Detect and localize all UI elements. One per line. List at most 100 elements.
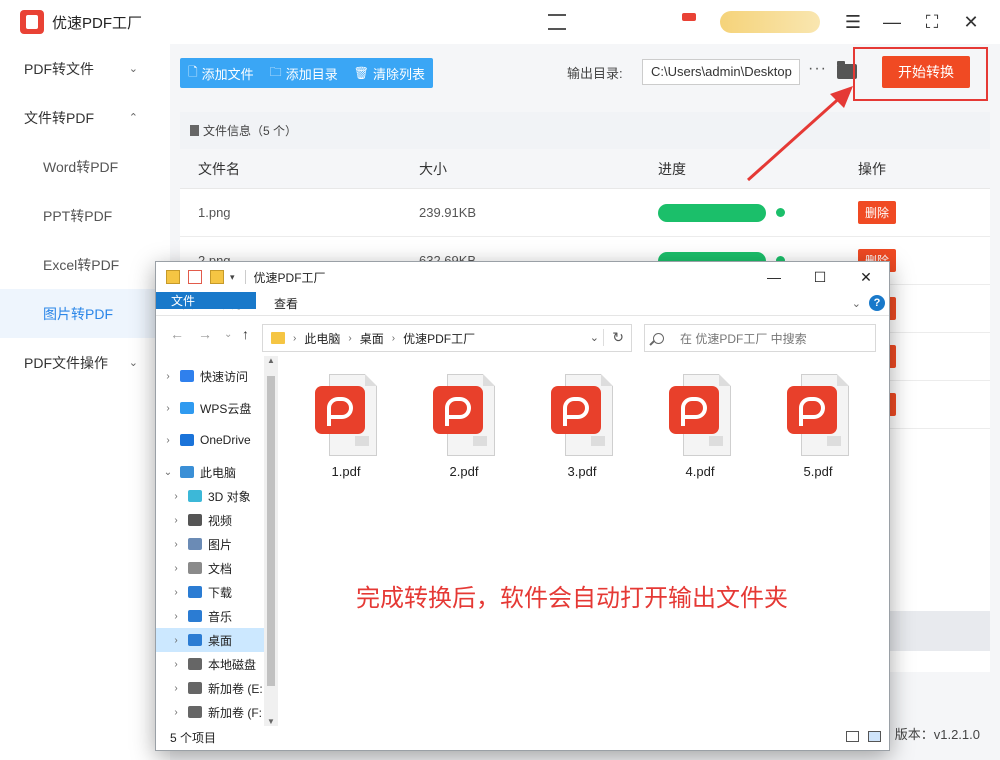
recent-dropdown-icon[interactable]: ⌄ bbox=[224, 329, 232, 340]
pdf-file-item[interactable]: 3.pdf bbox=[532, 374, 632, 479]
nav-item-4[interactable]: › 3D 对象 bbox=[156, 484, 264, 508]
expand-icon[interactable]: › bbox=[170, 683, 182, 694]
properties-icon[interactable] bbox=[188, 270, 202, 284]
tab-view[interactable]: 查看 bbox=[260, 292, 312, 315]
column-progress: 进度 bbox=[658, 160, 686, 177]
tab-file[interactable]: 文件 bbox=[156, 292, 256, 309]
sidebar-item-word-to-pdf[interactable]: Word转PDF bbox=[0, 142, 170, 191]
nav-item-5[interactable]: › 视频 bbox=[156, 508, 264, 532]
file-info-header: 文件信息（5 个） bbox=[180, 112, 990, 149]
large-icons-view-icon[interactable] bbox=[868, 731, 881, 742]
trash-icon: 🗑 bbox=[353, 66, 369, 80]
vip-pill-button[interactable] bbox=[720, 11, 820, 33]
minimize-icon[interactable]: — bbox=[759, 266, 789, 288]
expand-icon[interactable]: › bbox=[170, 515, 182, 526]
expand-icon[interactable]: › bbox=[170, 491, 182, 502]
annotation-text: 完成转换后，软件会自动打开输出文件夹 bbox=[356, 584, 788, 612]
nav-scrollbar[interactable]: ▲ ▼ bbox=[264, 356, 278, 726]
desktop-icon bbox=[188, 634, 202, 646]
close-icon[interactable]: ✕ bbox=[851, 266, 881, 288]
nav-item-13[interactable]: › 新加卷 (F: bbox=[156, 700, 264, 724]
expand-icon[interactable]: › bbox=[170, 563, 182, 574]
pdf-file-item[interactable]: 2.pdf bbox=[414, 374, 514, 479]
expand-ribbon-icon[interactable]: ⌄ bbox=[852, 297, 861, 310]
nav-item-label: 视频 bbox=[208, 513, 233, 528]
new-folder-icon[interactable] bbox=[210, 270, 224, 284]
minimize-icon[interactable]: — bbox=[880, 10, 904, 34]
nav-item-10[interactable]: › 桌面 bbox=[156, 628, 264, 652]
clear-list-button[interactable]: 🗑 清除列表 bbox=[346, 58, 433, 88]
maximize-icon[interactable]: ☐ bbox=[805, 266, 835, 288]
close-icon[interactable]: ✕ bbox=[959, 10, 983, 34]
cloud-icon bbox=[180, 434, 194, 446]
add-file-button[interactable]: 🗋 添加文件 bbox=[180, 58, 262, 88]
customize-qa-icon[interactable]: ▾ bbox=[230, 272, 235, 283]
more-options-button[interactable]: ··· bbox=[808, 60, 827, 78]
explorer-title: 优速PDF工厂 bbox=[253, 270, 326, 285]
expand-icon[interactable]: › bbox=[162, 403, 174, 414]
nav-item-1[interactable]: › WPS云盘 bbox=[156, 396, 264, 420]
delete-button[interactable]: 删除 bbox=[858, 201, 897, 224]
nav-item-3[interactable]: ⌄ 此电脑 bbox=[156, 460, 264, 484]
expand-icon[interactable]: › bbox=[170, 635, 182, 646]
start-convert-button[interactable]: 开始转换 bbox=[882, 56, 970, 88]
nav-item-2[interactable]: › OneDrive bbox=[156, 428, 264, 452]
add-directory-label: 添加目录 bbox=[285, 66, 338, 82]
help-icon[interactable]: ? bbox=[869, 295, 885, 311]
pdf-file-item[interactable]: 4.pdf bbox=[650, 374, 750, 479]
expand-icon[interactable]: › bbox=[170, 611, 182, 622]
skin-icon[interactable] bbox=[548, 14, 566, 30]
forward-icon[interactable]: → bbox=[198, 326, 212, 342]
up-icon[interactable]: ↑ bbox=[242, 326, 249, 342]
column-action: 操作 bbox=[858, 160, 886, 177]
app-title: 优速PDF工厂 bbox=[52, 14, 143, 32]
details-view-icon[interactable] bbox=[846, 731, 859, 742]
expand-icon[interactable]: › bbox=[162, 371, 174, 382]
pdf-file-item[interactable]: 1.pdf bbox=[296, 374, 396, 479]
menu-icon[interactable]: ☰ bbox=[841, 10, 865, 34]
pdf-file-item[interactable]: 5.pdf bbox=[768, 374, 868, 479]
file-name: 2.pdf bbox=[449, 464, 479, 479]
breadcrumb-folder[interactable]: 优速PDF工厂 bbox=[403, 330, 475, 347]
notification-badge[interactable] bbox=[682, 13, 696, 21]
breadcrumb-desktop[interactable]: 桌面 bbox=[360, 330, 384, 347]
breadcrumb-this-pc[interactable]: 此电脑 bbox=[304, 330, 340, 347]
nav-item-label: 桌面 bbox=[208, 633, 233, 648]
nav-item-11[interactable]: › 本地磁盘 bbox=[156, 652, 264, 676]
sidebar-item-ppt-to-pdf[interactable]: PPT转PDF bbox=[0, 191, 170, 240]
file-button-group: 🗋 添加文件 🗀 添加目录 🗑 清除列表 bbox=[180, 58, 433, 88]
search-input[interactable]: 在 优速PDF工厂 中搜索 bbox=[644, 324, 876, 352]
refresh-icon[interactable]: ↻ bbox=[603, 329, 624, 346]
nav-item-7[interactable]: › 文档 bbox=[156, 556, 264, 580]
sidebar-item-file-to-pdf[interactable]: 文件转PDF ⌃ bbox=[0, 93, 170, 142]
nav-item-9[interactable]: › 音乐 bbox=[156, 604, 264, 628]
expand-icon[interactable]: › bbox=[170, 659, 182, 670]
output-dir-label: 输出目录: bbox=[567, 66, 623, 81]
nav-item-0[interactable]: › 快速访问 bbox=[156, 364, 264, 388]
output-dir-field[interactable]: C:\Users\admin\Desktop bbox=[642, 59, 800, 85]
expand-icon[interactable]: › bbox=[162, 435, 174, 446]
sidebar-item-pdf-to-file[interactable]: PDF转文件 ⌄ bbox=[0, 44, 170, 93]
folder-icon: 🗀 bbox=[269, 64, 282, 79]
file-name: 3.pdf bbox=[567, 464, 597, 479]
music-icon bbox=[188, 610, 202, 622]
scroll-thumb[interactable] bbox=[267, 376, 275, 686]
address-dropdown-icon[interactable]: ⌄ bbox=[590, 331, 599, 344]
address-bar[interactable]: › 此电脑 › 桌面 › 优速PDF工厂 ⌄ ↻ bbox=[262, 324, 632, 352]
chevron-down-icon: ⌄ bbox=[128, 63, 138, 75]
expand-icon[interactable]: ⌄ bbox=[162, 467, 174, 478]
add-directory-button[interactable]: 🗀 添加目录 bbox=[262, 58, 346, 88]
expand-icon[interactable]: › bbox=[170, 707, 182, 718]
nav-item-6[interactable]: › 图片 bbox=[156, 532, 264, 556]
sidebar-item-pdf-operations[interactable]: PDF文件操作 ⌄ bbox=[0, 338, 170, 387]
clear-list-label: 清除列表 bbox=[372, 66, 425, 82]
back-icon[interactable]: ← bbox=[170, 326, 184, 342]
folder-icon bbox=[271, 332, 285, 344]
sidebar-item-excel-to-pdf[interactable]: Excel转PDF bbox=[0, 240, 170, 289]
expand-icon[interactable]: › bbox=[170, 539, 182, 550]
nav-item-8[interactable]: › 下载 bbox=[156, 580, 264, 604]
sidebar-item-image-to-pdf[interactable]: 图片转PDF bbox=[0, 289, 170, 338]
expand-icon[interactable]: › bbox=[170, 587, 182, 598]
nav-item-12[interactable]: › 新加卷 (E: bbox=[156, 676, 264, 700]
maximize-icon[interactable]: ⛶ bbox=[920, 10, 944, 34]
